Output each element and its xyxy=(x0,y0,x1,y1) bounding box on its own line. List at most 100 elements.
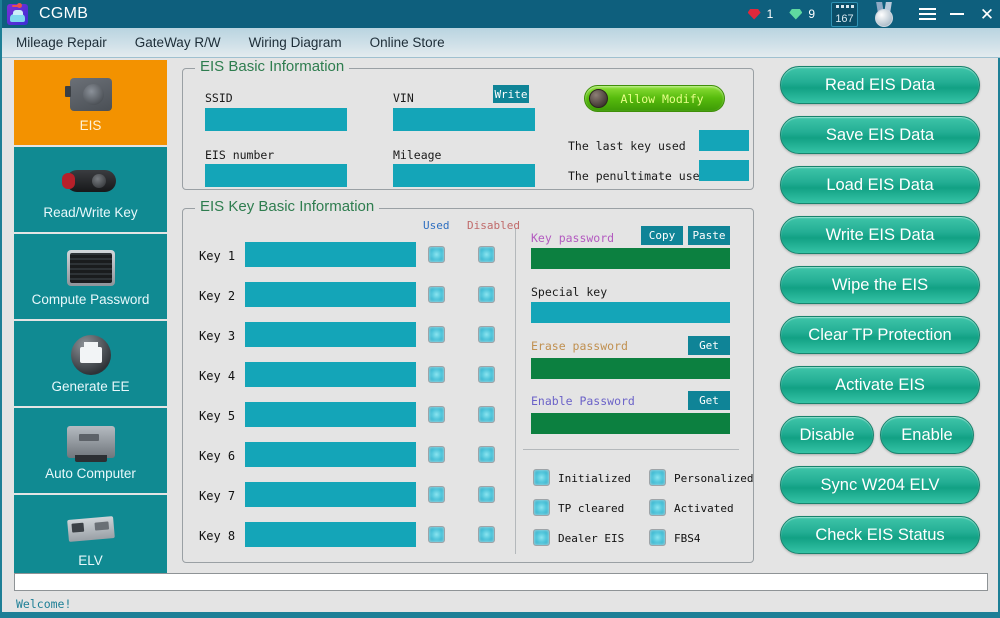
sidebar-item-compute-password[interactable]: Compute Password xyxy=(14,234,167,319)
red-gem-count: 1 xyxy=(767,7,774,21)
read-eis-data-button[interactable]: Read EIS Data xyxy=(780,66,980,104)
enable-password-field[interactable] xyxy=(531,413,730,434)
car-app-icon xyxy=(7,4,28,25)
title-bar-right-group: 1 9 167 ✕ xyxy=(748,0,1000,28)
key-disabled-checkbox[interactable] xyxy=(478,486,495,503)
key-disabled-checkbox[interactable] xyxy=(478,446,495,463)
ecu-module-icon xyxy=(67,420,115,464)
activate-eis-button[interactable]: Activate EIS xyxy=(780,366,980,404)
write-button[interactable]: Write xyxy=(493,85,529,103)
key-row-field[interactable] xyxy=(245,362,416,387)
sidebar-item-elv[interactable]: ELV xyxy=(14,495,167,580)
red-gem-stat[interactable]: 1 xyxy=(748,7,774,21)
menu-item-gateway-rw[interactable]: GateWay R/W xyxy=(121,28,235,58)
check-eis-status-button[interactable]: Check EIS Status xyxy=(780,516,980,554)
column-header-used: Used xyxy=(423,219,450,232)
key-row-label: Key 5 xyxy=(199,409,235,423)
key-row-field[interactable] xyxy=(245,442,416,467)
key-disabled-checkbox[interactable] xyxy=(478,246,495,263)
vin-label: VIN xyxy=(393,91,414,105)
sidebar-item-eis[interactable]: EIS xyxy=(14,60,167,145)
sidebar-item-auto-computer[interactable]: Auto Computer xyxy=(14,408,167,493)
special-key-field[interactable] xyxy=(531,302,730,323)
key-row-field[interactable] xyxy=(245,242,416,267)
load-eis-data-button[interactable]: Load EIS Data xyxy=(780,166,980,204)
sidebar-item-generate-ee[interactable]: Generate EE xyxy=(14,321,167,406)
save-eis-data-button[interactable]: Save EIS Data xyxy=(780,116,980,154)
key-used-checkbox[interactable] xyxy=(428,246,445,263)
key-used-checkbox[interactable] xyxy=(428,286,445,303)
eeprom-disc-icon xyxy=(71,333,111,377)
sidebar-item-label: EIS xyxy=(80,118,102,133)
vertical-divider xyxy=(515,229,516,554)
sync-w204-elv-button[interactable]: Sync W204 ELV xyxy=(780,466,980,504)
initialized-checkbox[interactable] xyxy=(533,469,550,486)
green-gem-count: 9 xyxy=(808,7,815,21)
hamburger-menu-icon[interactable] xyxy=(912,0,942,28)
key-used-checkbox[interactable] xyxy=(428,366,445,383)
penultimate-used-label: The penultimate used xyxy=(568,169,706,183)
dealer-eis-checkbox[interactable] xyxy=(533,529,550,546)
special-key-label: Special key xyxy=(531,285,607,299)
car-key-icon xyxy=(66,159,116,203)
enable-button[interactable]: Enable xyxy=(880,416,974,454)
erase-password-get-button[interactable]: Get xyxy=(688,336,730,355)
key-used-checkbox[interactable] xyxy=(428,526,445,543)
sidebar-item-label: ELV xyxy=(78,553,103,568)
key-disabled-checkbox[interactable] xyxy=(478,326,495,343)
paste-button[interactable]: Paste xyxy=(688,226,730,245)
eis-key-basic-information-group: EIS Key Basic Information Used Disabled … xyxy=(182,208,754,563)
sidebar-item-label: Generate EE xyxy=(51,379,129,394)
clear-tp-protection-button[interactable]: Clear TP Protection xyxy=(780,316,980,354)
key-used-checkbox[interactable] xyxy=(428,326,445,343)
sidebar-item-label: Compute Password xyxy=(32,292,150,307)
mileage-input[interactable] xyxy=(393,164,535,187)
key-row-field[interactable] xyxy=(245,402,416,427)
key-row-field[interactable] xyxy=(245,282,416,307)
key-disabled-checkbox[interactable] xyxy=(478,366,495,383)
key-row-field[interactable] xyxy=(245,322,416,347)
sidebar: EIS Read/Write Key Compute Password Gene… xyxy=(14,60,167,582)
allow-modify-toggle[interactable]: Allow Modify xyxy=(584,85,725,112)
write-eis-data-button[interactable]: Write EIS Data xyxy=(780,216,980,254)
key-row-field[interactable] xyxy=(245,482,416,507)
key-row-field[interactable] xyxy=(245,522,416,547)
eis-number-label: EIS number xyxy=(205,148,274,162)
fbs4-checkbox[interactable] xyxy=(649,529,666,546)
medal-icon[interactable] xyxy=(872,2,896,27)
activated-label: Activated xyxy=(674,502,734,515)
tp-cleared-label: TP cleared xyxy=(558,502,624,515)
sidebar-item-read-write-key[interactable]: Read/Write Key xyxy=(14,147,167,232)
menu-item-online-store[interactable]: Online Store xyxy=(356,28,459,58)
green-gem-icon xyxy=(789,9,802,20)
copy-button[interactable]: Copy xyxy=(641,226,683,245)
erase-password-field[interactable] xyxy=(531,358,730,379)
menu-item-wiring-diagram[interactable]: Wiring Diagram xyxy=(235,28,356,58)
enable-password-get-button[interactable]: Get xyxy=(688,391,730,410)
group-legend: EIS Key Basic Information xyxy=(195,198,379,215)
disable-button[interactable]: Disable xyxy=(780,416,874,454)
close-icon[interactable]: ✕ xyxy=(972,0,1000,28)
key-used-checkbox[interactable] xyxy=(428,486,445,503)
key-disabled-checkbox[interactable] xyxy=(478,406,495,423)
key-used-checkbox[interactable] xyxy=(428,446,445,463)
menu-item-mileage-repair[interactable]: Mileage Repair xyxy=(2,28,121,58)
minimize-icon[interactable] xyxy=(942,0,972,28)
activated-checkbox[interactable] xyxy=(649,499,666,516)
key-disabled-checkbox[interactable] xyxy=(478,286,495,303)
wipe-the-eis-button[interactable]: Wipe the EIS xyxy=(780,266,980,304)
key-disabled-checkbox[interactable] xyxy=(478,526,495,543)
vin-input[interactable] xyxy=(393,108,535,131)
key-password-field[interactable] xyxy=(531,248,730,269)
eis-number-input[interactable] xyxy=(205,164,347,187)
green-gem-stat[interactable]: 9 xyxy=(789,7,815,21)
status-message: Welcome! xyxy=(16,597,71,611)
personalized-checkbox[interactable] xyxy=(649,469,666,486)
tp-cleared-checkbox[interactable] xyxy=(533,499,550,516)
penultimate-used-value[interactable] xyxy=(699,160,749,181)
key-used-checkbox[interactable] xyxy=(428,406,445,423)
ssid-input[interactable] xyxy=(205,108,347,131)
ssid-label: SSID xyxy=(205,91,233,105)
calendar-badge-icon[interactable]: 167 xyxy=(831,2,858,27)
last-key-used-value[interactable] xyxy=(699,130,749,151)
